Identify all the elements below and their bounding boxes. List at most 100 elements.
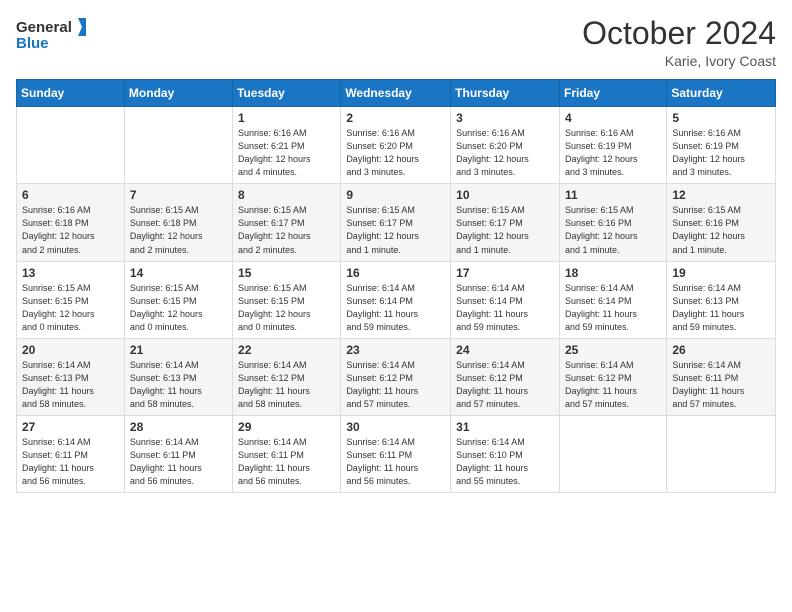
- table-row: 11 Sunrise: 6:15 AMSunset: 6:16 PMDayligh…: [559, 184, 666, 261]
- table-row: 8Sunrise: 6:15 AMSunset: 6:17 PMDaylight…: [233, 184, 341, 261]
- calendar-table: Sunday Monday Tuesday Wednesday Thursday…: [16, 79, 776, 493]
- day-number: 20: [22, 343, 119, 357]
- day-number: 21: [130, 343, 227, 357]
- day-number: 10: [456, 188, 554, 202]
- day-info: Sunrise: 6:16 AMSunset: 6:20 PMDaylight:…: [456, 127, 554, 179]
- calendar-week-row: 1 Sunrise: 6:16 AMSunset: 6:21 PMDaylight…: [17, 107, 776, 184]
- table-row: 12Sunrise: 6:15 AMSunset: 6:16 PMDayligh…: [667, 184, 776, 261]
- table-row: [559, 415, 666, 492]
- table-row: 25 Sunrise: 6:14 AMSunset: 6:12 PMDayligh…: [559, 338, 666, 415]
- table-row: 20 Sunrise: 6:14 AMSunset: 6:13 PMDayligh…: [17, 338, 125, 415]
- table-row: 19 Sunrise: 6:14 AMSunset: 6:13 PMDayligh…: [667, 261, 776, 338]
- table-row: 4 Sunrise: 6:16 AMSunset: 6:19 PMDaylight…: [559, 107, 666, 184]
- day-info: Sunrise: 6:14 AMSunset: 6:14 PMDaylight:…: [565, 282, 661, 334]
- day-number: 23: [346, 343, 445, 357]
- table-row: 3Sunrise: 6:16 AMSunset: 6:20 PMDaylight…: [451, 107, 560, 184]
- day-info: Sunrise: 6:15 AMSunset: 6:15 PMDaylight:…: [22, 282, 119, 334]
- day-info: Sunrise: 6:16 AMSunset: 6:20 PMDaylight:…: [346, 127, 445, 179]
- title-area: October 2024 Karie, Ivory Coast: [582, 16, 776, 69]
- day-number: 27: [22, 420, 119, 434]
- day-number: 6: [22, 188, 119, 202]
- header: General Blue October 2024 Karie, Ivory C…: [16, 16, 776, 69]
- table-row: 29 Sunrise: 6:14 AMSunset: 6:11 PMDayligh…: [233, 415, 341, 492]
- col-monday: Monday: [124, 80, 232, 107]
- calendar-week-row: 27 Sunrise: 6:14 AMSunset: 6:11 PMDayligh…: [17, 415, 776, 492]
- day-number: 26: [672, 343, 770, 357]
- day-number: 13: [22, 266, 119, 280]
- table-row: 14 Sunrise: 6:15 AMSunset: 6:15 PMDayligh…: [124, 261, 232, 338]
- day-info: Sunrise: 6:15 AMSunset: 6:17 PMDaylight:…: [238, 204, 335, 256]
- day-number: 19: [672, 266, 770, 280]
- day-info: Sunrise: 6:14 AMSunset: 6:12 PMDaylight:…: [565, 359, 661, 411]
- table-row: 30Sunrise: 6:14 AMSunset: 6:11 PMDayligh…: [341, 415, 451, 492]
- day-number: 28: [130, 420, 227, 434]
- day-number: 29: [238, 420, 335, 434]
- page: General Blue October 2024 Karie, Ivory C…: [0, 0, 792, 612]
- table-row: [124, 107, 232, 184]
- day-info: Sunrise: 6:16 AMSunset: 6:18 PMDaylight:…: [22, 204, 119, 256]
- svg-text:General: General: [16, 19, 72, 36]
- day-number: 7: [130, 188, 227, 202]
- calendar-header-row: Sunday Monday Tuesday Wednesday Thursday…: [17, 80, 776, 107]
- calendar-week-row: 13 Sunrise: 6:15 AMSunset: 6:15 PMDayligh…: [17, 261, 776, 338]
- day-info: Sunrise: 6:15 AMSunset: 6:15 PMDaylight:…: [238, 282, 335, 334]
- day-number: 5: [672, 111, 770, 125]
- day-info: Sunrise: 6:14 AMSunset: 6:10 PMDaylight:…: [456, 436, 554, 488]
- day-info: Sunrise: 6:15 AMSunset: 6:17 PMDaylight:…: [456, 204, 554, 256]
- table-row: 10 Sunrise: 6:15 AMSunset: 6:17 PMDayligh…: [451, 184, 560, 261]
- table-row: 13 Sunrise: 6:15 AMSunset: 6:15 PMDayligh…: [17, 261, 125, 338]
- day-info: Sunrise: 6:14 AMSunset: 6:12 PMDaylight:…: [346, 359, 445, 411]
- col-wednesday: Wednesday: [341, 80, 451, 107]
- day-info: Sunrise: 6:14 AMSunset: 6:11 PMDaylight:…: [238, 436, 335, 488]
- svg-text:Blue: Blue: [16, 35, 49, 52]
- day-info: Sunrise: 6:14 AMSunset: 6:12 PMDaylight:…: [238, 359, 335, 411]
- day-number: 9: [346, 188, 445, 202]
- day-info: Sunrise: 6:14 AMSunset: 6:14 PMDaylight:…: [346, 282, 445, 334]
- calendar-week-row: 20 Sunrise: 6:14 AMSunset: 6:13 PMDayligh…: [17, 338, 776, 415]
- day-info: Sunrise: 6:14 AMSunset: 6:11 PMDaylight:…: [672, 359, 770, 411]
- day-number: 25: [565, 343, 661, 357]
- day-number: 24: [456, 343, 554, 357]
- day-info: Sunrise: 6:14 AMSunset: 6:13 PMDaylight:…: [130, 359, 227, 411]
- day-info: Sunrise: 6:15 AMSunset: 6:18 PMDaylight:…: [130, 204, 227, 256]
- day-info: Sunrise: 6:15 AMSunset: 6:15 PMDaylight:…: [130, 282, 227, 334]
- table-row: 28 Sunrise: 6:14 AMSunset: 6:11 PMDayligh…: [124, 415, 232, 492]
- day-info: Sunrise: 6:15 AMSunset: 6:16 PMDaylight:…: [565, 204, 661, 256]
- day-info: Sunrise: 6:16 AMSunset: 6:21 PMDaylight:…: [238, 127, 335, 179]
- day-info: Sunrise: 6:14 AMSunset: 6:12 PMDaylight:…: [456, 359, 554, 411]
- day-number: 2: [346, 111, 445, 125]
- day-number: 4: [565, 111, 661, 125]
- table-row: 21 Sunrise: 6:14 AMSunset: 6:13 PMDayligh…: [124, 338, 232, 415]
- table-row: 15Sunrise: 6:15 AMSunset: 6:15 PMDayligh…: [233, 261, 341, 338]
- col-saturday: Saturday: [667, 80, 776, 107]
- table-row: 26 Sunrise: 6:14 AMSunset: 6:11 PMDayligh…: [667, 338, 776, 415]
- col-tuesday: Tuesday: [233, 80, 341, 107]
- day-info: Sunrise: 6:14 AMSunset: 6:11 PMDaylight:…: [130, 436, 227, 488]
- day-number: 1: [238, 111, 335, 125]
- table-row: 1 Sunrise: 6:16 AMSunset: 6:21 PMDaylight…: [233, 107, 341, 184]
- day-info: Sunrise: 6:14 AMSunset: 6:11 PMDaylight:…: [22, 436, 119, 488]
- month-title: October 2024: [582, 16, 776, 51]
- day-info: Sunrise: 6:14 AMSunset: 6:13 PMDaylight:…: [22, 359, 119, 411]
- table-row: 23 Sunrise: 6:14 AMSunset: 6:12 PMDayligh…: [341, 338, 451, 415]
- table-row: 6 Sunrise: 6:16 AMSunset: 6:18 PMDaylight…: [17, 184, 125, 261]
- table-row: 31 Sunrise: 6:14 AMSunset: 6:10 PMDayligh…: [451, 415, 560, 492]
- day-number: 17: [456, 266, 554, 280]
- col-thursday: Thursday: [451, 80, 560, 107]
- day-number: 12: [672, 188, 770, 202]
- day-number: 30: [346, 420, 445, 434]
- col-friday: Friday: [559, 80, 666, 107]
- day-number: 31: [456, 420, 554, 434]
- col-sunday: Sunday: [17, 80, 125, 107]
- day-info: Sunrise: 6:16 AMSunset: 6:19 PMDaylight:…: [565, 127, 661, 179]
- location: Karie, Ivory Coast: [582, 53, 776, 69]
- day-number: 18: [565, 266, 661, 280]
- table-row: 24 Sunrise: 6:14 AMSunset: 6:12 PMDayligh…: [451, 338, 560, 415]
- day-info: Sunrise: 6:14 AMSunset: 6:13 PMDaylight:…: [672, 282, 770, 334]
- day-number: 16: [346, 266, 445, 280]
- table-row: 22Sunrise: 6:14 AMSunset: 6:12 PMDayligh…: [233, 338, 341, 415]
- day-number: 14: [130, 266, 227, 280]
- day-number: 11: [565, 188, 661, 202]
- table-row: [17, 107, 125, 184]
- table-row: 17Sunrise: 6:14 AMSunset: 6:14 PMDayligh…: [451, 261, 560, 338]
